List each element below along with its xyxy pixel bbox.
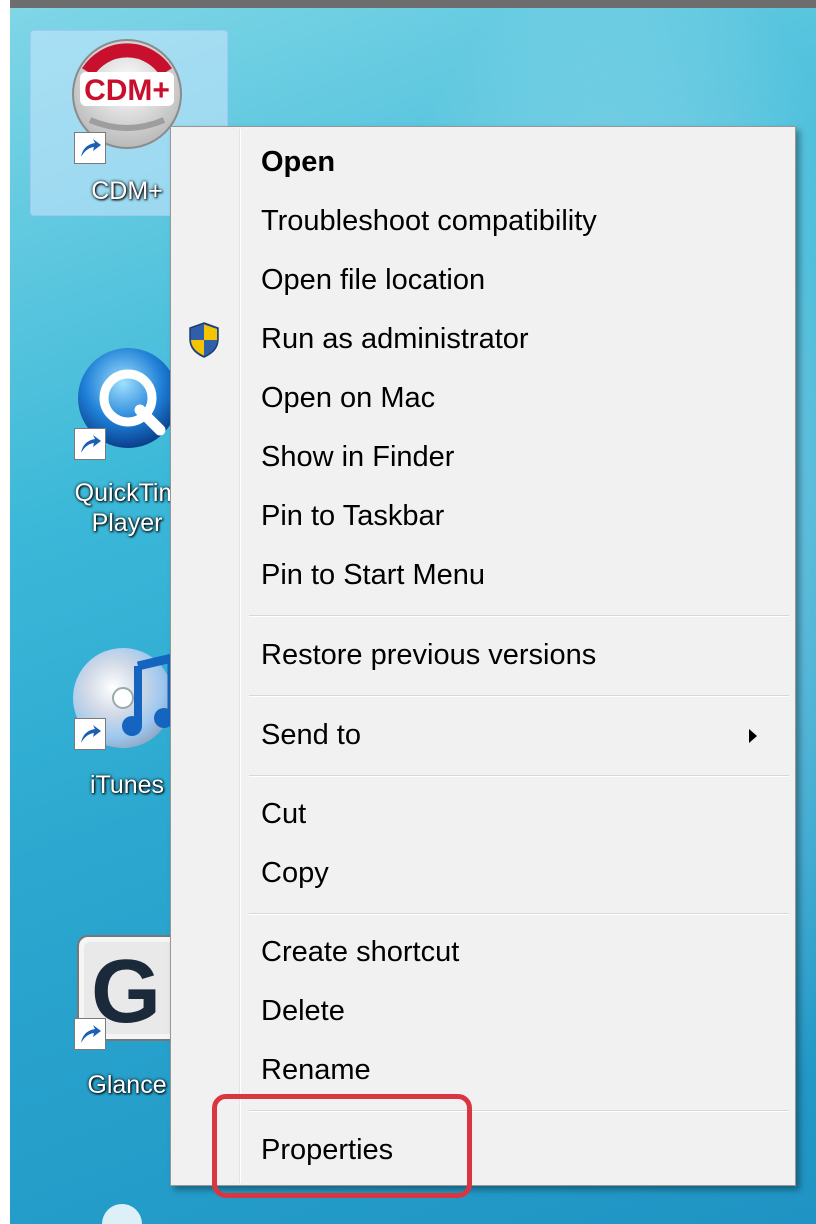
menu-separator	[249, 775, 789, 777]
menu-item-label: Restore previous versions	[261, 639, 597, 671]
context-menu: Open Troubleshoot compatibility Open fil…	[170, 126, 796, 1186]
menu-item-troubleshoot-compatibility[interactable]: Troubleshoot compatibility	[171, 193, 795, 251]
menu-item-label: Open file location	[261, 264, 486, 296]
menu-item-label: Create shortcut	[261, 936, 460, 968]
menu-item-rename[interactable]: Rename	[171, 1042, 795, 1100]
menu-item-pin-to-taskbar[interactable]: Pin to Taskbar	[171, 488, 795, 546]
menu-separator	[249, 695, 789, 697]
menu-item-label: Delete	[261, 995, 345, 1027]
screen-left-margin	[0, 0, 10, 1224]
cdm-logo-text: CDM+	[84, 74, 170, 107]
menu-item-restore-previous-versions[interactable]: Restore previous versions	[171, 627, 795, 685]
menu-item-label: Open	[261, 146, 336, 178]
shortcut-arrow-icon	[74, 1018, 106, 1050]
menu-item-send-to[interactable]: Send to	[171, 707, 795, 765]
menu-item-show-in-finder[interactable]: Show in Finder	[171, 429, 795, 487]
screen-top-border	[0, 0, 816, 8]
submenu-arrow-icon	[749, 729, 757, 743]
menu-item-pin-to-start-menu[interactable]: Pin to Start Menu	[171, 547, 795, 605]
menu-item-label: Pin to Start Menu	[261, 559, 486, 591]
menu-item-open-file-location[interactable]: Open file location	[171, 252, 795, 310]
menu-item-label: Run as administrator	[261, 323, 529, 355]
menu-item-label: Pin to Taskbar	[261, 500, 445, 532]
menu-item-cut[interactable]: Cut	[171, 786, 795, 844]
partial-desktop-icon	[102, 1204, 142, 1224]
shortcut-arrow-icon	[74, 428, 106, 460]
menu-separator	[249, 615, 789, 617]
menu-item-label: Open on Mac	[261, 382, 436, 414]
uac-shield-icon	[189, 322, 219, 358]
shortcut-arrow-icon	[74, 718, 106, 750]
menu-item-delete[interactable]: Delete	[171, 983, 795, 1041]
menu-item-label: Cut	[261, 798, 307, 830]
menu-item-label: Troubleshoot compatibility	[261, 205, 597, 237]
menu-item-run-as-administrator[interactable]: Run as administrator	[171, 311, 795, 369]
menu-item-copy[interactable]: Copy	[171, 845, 795, 903]
menu-separator	[249, 913, 789, 915]
properties-highlight-annotation	[212, 1094, 472, 1198]
menu-item-label: Show in Finder	[261, 441, 455, 473]
menu-item-open-on-mac[interactable]: Open on Mac	[171, 370, 795, 428]
menu-item-create-shortcut[interactable]: Create shortcut	[171, 924, 795, 982]
shortcut-arrow-icon	[74, 132, 106, 164]
menu-item-open[interactable]: Open	[171, 134, 795, 192]
menu-item-label: Copy	[261, 857, 329, 889]
menu-item-label: Send to	[261, 719, 361, 751]
menu-item-label: Rename	[261, 1054, 371, 1086]
